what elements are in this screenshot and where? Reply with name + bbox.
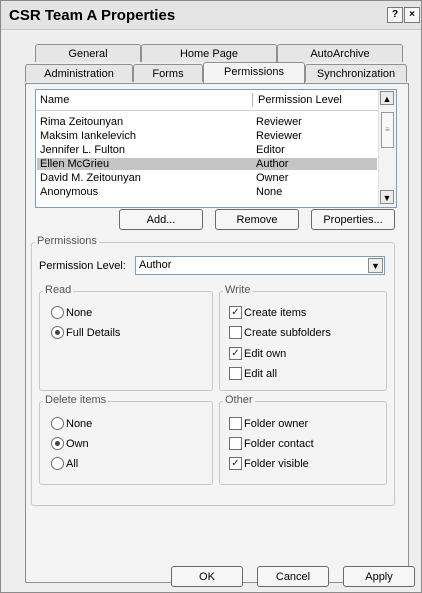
checkbox-empty-icon [229, 417, 242, 430]
chevron-down-icon[interactable]: ▼ [368, 258, 383, 273]
list-item-level: Author [256, 158, 289, 170]
list-item-selected[interactable]: Ellen McGrieu Author [37, 158, 377, 170]
list-item[interactable]: Maksim Iankelevich Reviewer [37, 130, 377, 142]
close-button[interactable]: × [404, 7, 420, 23]
apply-button[interactable]: Apply [343, 566, 415, 587]
radio-selected-icon [51, 437, 64, 450]
properties-dialog: CSR Team A Properties ? × General Home P… [0, 0, 422, 593]
title-bar[interactable]: CSR Team A Properties ? × [1, 1, 421, 30]
radio-icon [51, 417, 64, 430]
window-title: CSR Team A Properties [9, 7, 176, 24]
list-item[interactable]: David M. Zeitounyan Owner [37, 172, 377, 184]
remove-button[interactable]: Remove [215, 209, 299, 230]
tab-permissions[interactable]: Permissions [203, 62, 305, 83]
column-separator[interactable] [252, 93, 253, 107]
list-item-name: Maksim Iankelevich [40, 130, 136, 142]
checkmark-icon: ✓ [229, 457, 242, 470]
column-level-header[interactable]: Permission Level [258, 94, 342, 106]
list-item-name: Anonymous [40, 186, 99, 198]
scroll-up-icon[interactable]: ▲ [380, 91, 394, 105]
other-group-label: Other [223, 394, 255, 406]
read-group-label: Read [43, 284, 74, 296]
help-button[interactable]: ? [387, 7, 403, 23]
list-header: Name Permission Level [36, 90, 378, 111]
scroll-thumb[interactable]: ≡ [381, 112, 394, 148]
list-item-name: Rima Zeitounyan [40, 116, 124, 128]
list-item-name: David M. Zeitounyan [40, 172, 141, 184]
list-item[interactable]: Rima Zeitounyan Reviewer [37, 116, 377, 128]
list-item[interactable]: Anonymous None [37, 186, 377, 198]
checkbox-empty-icon [229, 326, 242, 339]
checkmark-icon: ✓ [229, 306, 242, 319]
column-name-header[interactable]: Name [40, 94, 69, 106]
permissions-group-label: Permissions [35, 235, 99, 247]
list-item-name: Ellen McGrieu [40, 158, 110, 170]
list-item-level: Owner [256, 172, 289, 184]
list-item[interactable]: Jennifer L. Fulton Editor [37, 144, 377, 156]
tab-synchronization[interactable]: Synchronization [305, 64, 407, 82]
ok-button[interactable]: OK [171, 566, 243, 587]
radio-selected-icon [51, 326, 64, 339]
scroll-down-icon[interactable]: ▼ [380, 190, 394, 204]
checkbox-empty-icon [229, 367, 242, 380]
tab-administration[interactable]: Administration [25, 64, 133, 82]
permission-level-select[interactable]: Author ▼ [135, 256, 385, 275]
radio-icon [51, 457, 64, 470]
tab-general[interactable]: General [35, 44, 141, 62]
radio-icon [51, 306, 64, 319]
list-item-level: Editor [256, 144, 285, 156]
permission-list[interactable]: Name Permission Level Rima Zeitounyan Re… [35, 89, 397, 208]
permission-level-value: Author [139, 259, 172, 271]
list-item-level: None [256, 186, 283, 198]
tab-autoarchive[interactable]: AutoArchive [277, 44, 403, 62]
checkbox-empty-icon [229, 437, 242, 450]
add-button[interactable]: Add... [119, 209, 203, 230]
tab-home-page[interactable]: Home Page [141, 44, 277, 62]
list-item-name: Jennifer L. Fulton [40, 144, 125, 156]
list-item-level: Reviewer [256, 116, 302, 128]
list-scrollbar[interactable]: ▲ ≡ ▼ [378, 90, 396, 207]
checkmark-icon: ✓ [229, 347, 242, 360]
write-group-label: Write [223, 284, 253, 296]
delete-items-group-label: Delete items [43, 394, 109, 406]
list-item-level: Reviewer [256, 130, 302, 142]
tab-forms[interactable]: Forms [133, 64, 203, 82]
cancel-button[interactable]: Cancel [257, 566, 329, 587]
properties-button[interactable]: Properties... [311, 209, 395, 230]
